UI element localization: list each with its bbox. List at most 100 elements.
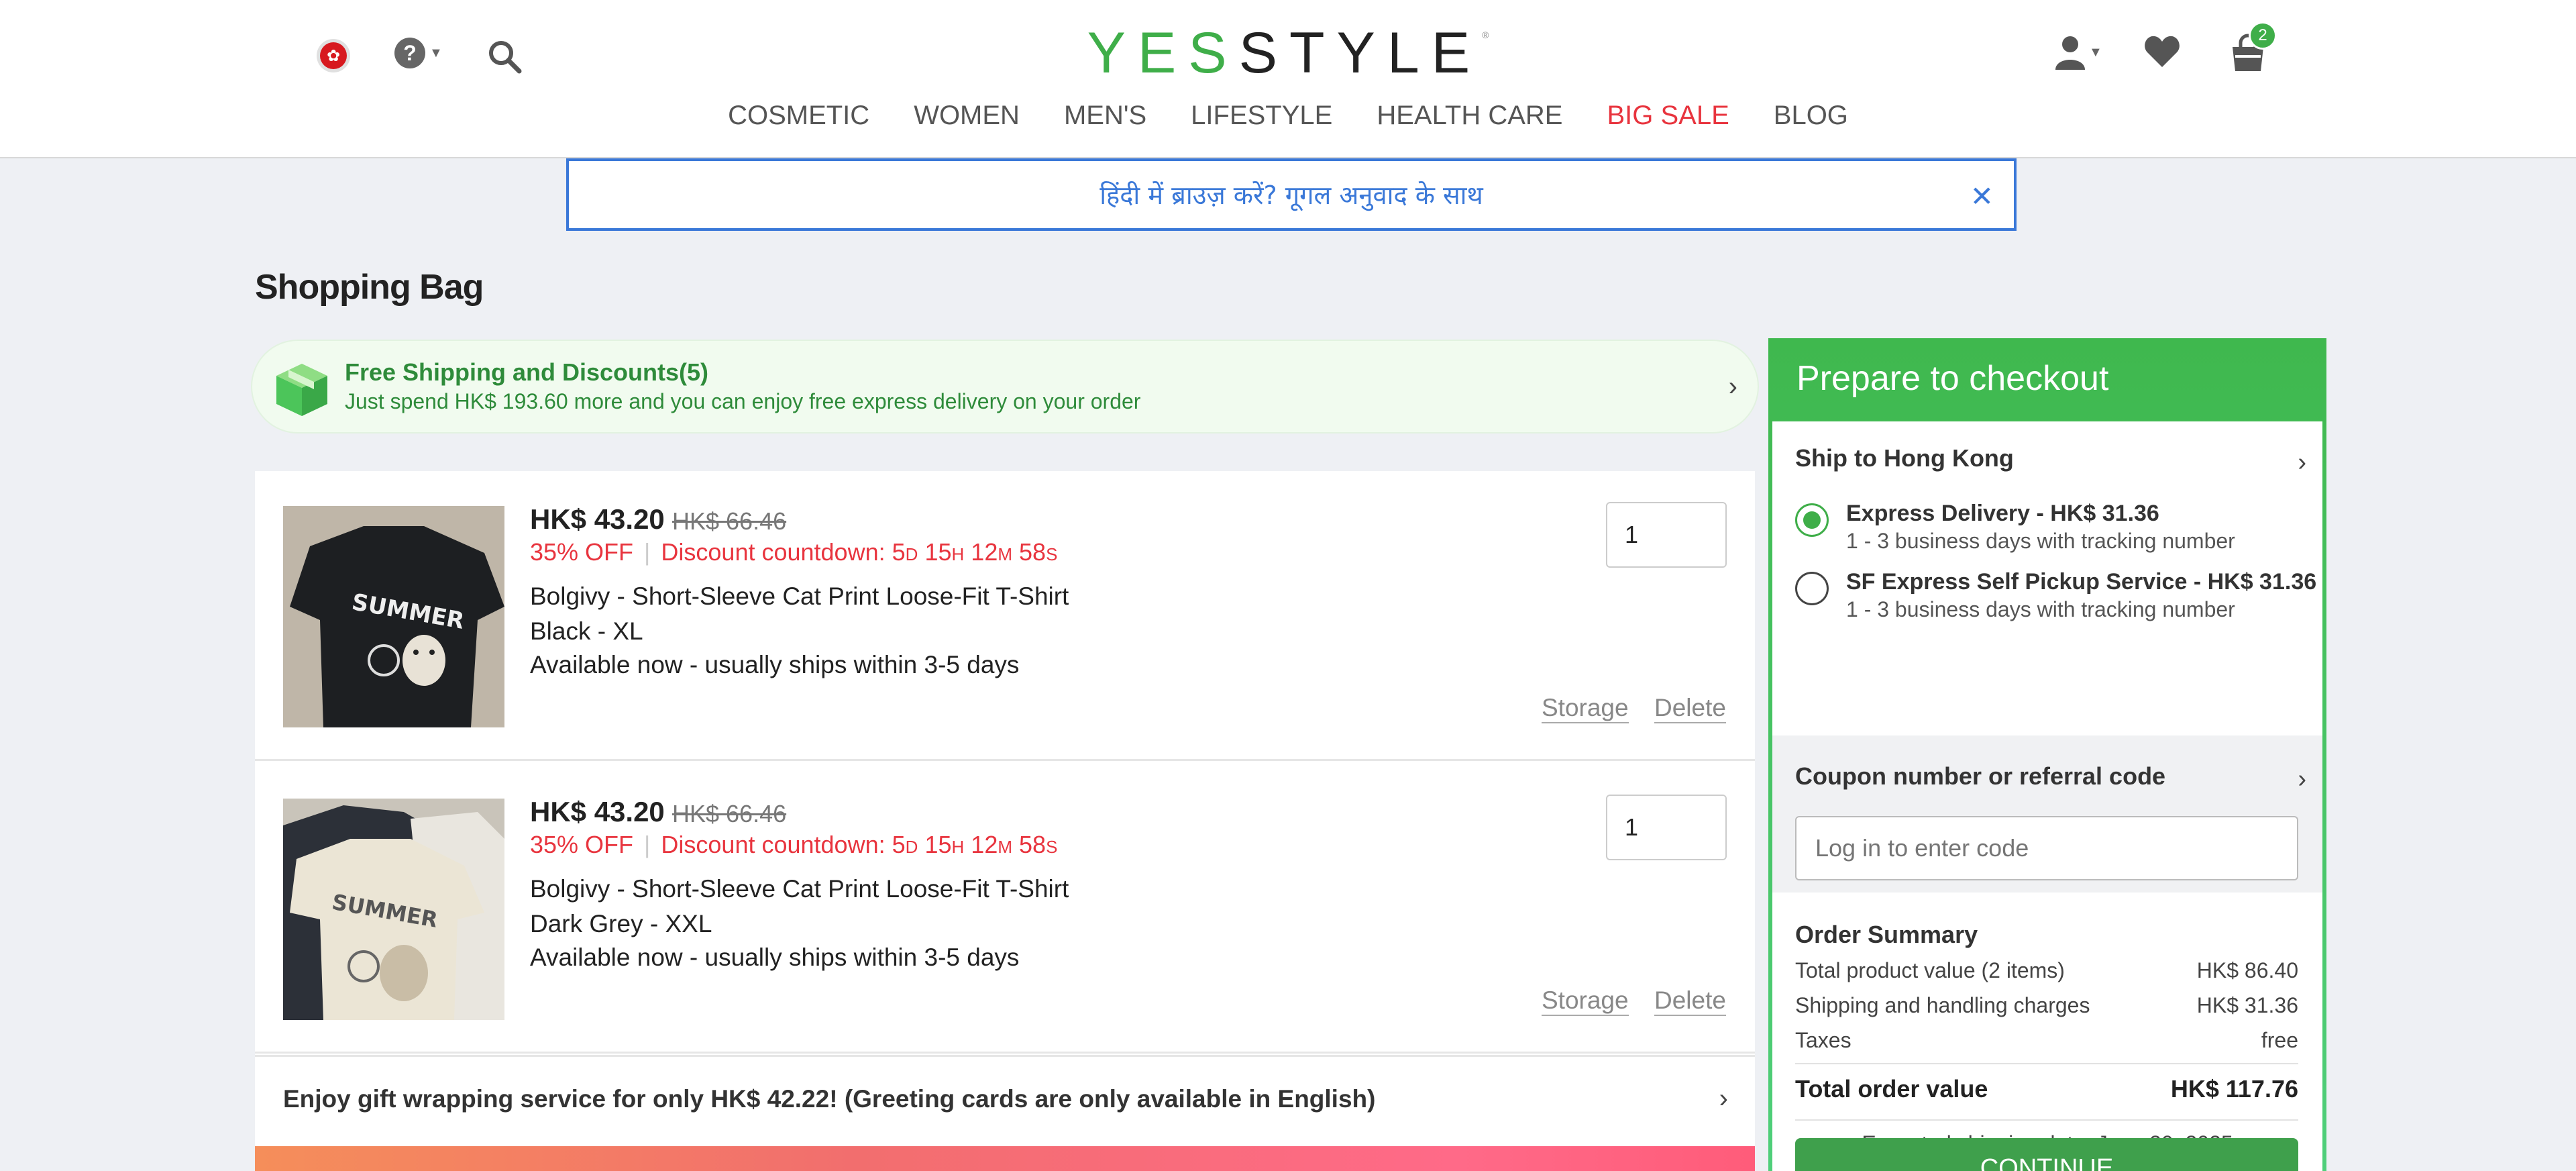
product-variant: Dark Grey - XXL	[530, 910, 712, 937]
product-variant: Black - XL	[530, 617, 643, 645]
countdown-hours: 15	[924, 831, 952, 858]
delete-link[interactable]: Delete	[1654, 694, 1726, 723]
checkout-title: Prepare to checkout	[1796, 359, 2109, 398]
chevron-right-icon[interactable]: ›	[2298, 448, 2306, 477]
free-shipping-title: Free Shipping and Discounts(5)	[345, 358, 709, 386]
cart-count-badge: 2	[2249, 21, 2277, 50]
account-menu[interactable]: ▼	[2055, 35, 2102, 70]
free-shipping-banner[interactable]: Free Shipping and Discounts(5) Just spen…	[251, 340, 1759, 434]
original-price: HK$ 66.46	[672, 800, 787, 827]
summary-label: Taxes	[1795, 1028, 1851, 1052]
countdown-label: Discount countdown:	[661, 538, 885, 566]
yesstyle-logo[interactable]: YESSTYLE®	[0, 20, 2576, 87]
summary-row: Shipping and handling charges HK$ 31.36	[1795, 993, 2298, 1018]
total-value: HK$ 117.76	[2170, 1075, 2298, 1103]
chevron-right-icon[interactable]: ›	[2298, 765, 2306, 794]
shipping-option-subtitle: 1 - 3 business days with tracking number	[1846, 597, 2235, 621]
unit-s: S	[1046, 837, 1058, 857]
product-image[interactable]: SUMMER	[283, 506, 504, 727]
countdown-hours: 15	[924, 538, 952, 566]
continue-button[interactable]: CONTINUE	[1795, 1138, 2298, 1171]
countdown-seconds: 58	[1019, 831, 1046, 858]
delete-link[interactable]: Delete	[1654, 986, 1726, 1016]
translate-text[interactable]: हिंदी में ब्राउज़ करें? गूगल अनुवाद के स…	[1099, 177, 1483, 212]
chevron-right-icon: ›	[1728, 372, 1737, 401]
sale-price: HK$ 43.20	[530, 503, 665, 535]
countdown-minutes: 12	[971, 538, 998, 566]
unit-m: M	[998, 837, 1013, 857]
nav-big-sale[interactable]: BIG SALE	[1607, 101, 1729, 131]
total-row: Total order value HK$ 117.76	[1795, 1075, 2298, 1103]
countdown-days: 5	[892, 538, 906, 566]
product-availability: Available now - usually ships within 3-5…	[530, 944, 1020, 971]
coupon-section: Coupon number or referral code ›	[1772, 735, 2322, 893]
nav-lifestyle[interactable]: LIFESTYLE	[1191, 101, 1332, 131]
logo-dark-text: STYLE	[1238, 21, 1483, 85]
summary-row: Taxes free	[1795, 1028, 2298, 1053]
shipping-option-title: SF Express Self Pickup Service - HK$ 31.…	[1846, 569, 2317, 595]
summary-value: HK$ 31.36	[2196, 993, 2298, 1017]
page-title: Shopping Bag	[255, 268, 484, 307]
product-name[interactable]: Bolgivy - Short-Sleeve Cat Print Loose-F…	[530, 875, 1069, 903]
user-icon	[2055, 36, 2085, 70]
countdown-label: Discount countdown:	[661, 831, 885, 858]
radio-selected[interactable]	[1795, 503, 1829, 537]
countdown: Discount countdown: 5D 15H 12M 58S	[661, 538, 1057, 566]
logo-green-text: YES	[1087, 21, 1239, 85]
sale-price: HK$ 43.20	[530, 796, 665, 827]
discount-percent: 35% OFF	[530, 538, 634, 566]
cart-item: SUMMER HK$ 43.20 HK$ 66.46 35% OFF | Dis…	[255, 764, 1755, 1054]
close-icon[interactable]: ✕	[1970, 180, 1994, 213]
caret-down-icon: ▼	[2089, 44, 2102, 60]
main-nav: COSMETIC WOMEN MEN'S LIFESTYLE HEALTH CA…	[0, 101, 2576, 131]
logo-registered-mark: ®	[1482, 30, 1489, 40]
quantity-input[interactable]: 1	[1606, 795, 1727, 860]
coupon-input[interactable]	[1795, 816, 2298, 880]
original-price: HK$ 66.46	[672, 507, 787, 535]
ship-to-destination[interactable]: Ship to Hong Kong	[1795, 444, 2014, 472]
storage-link[interactable]: Storage	[1542, 986, 1629, 1016]
summary-value: HK$ 86.40	[2196, 958, 2298, 982]
product-name[interactable]: Bolgivy - Short-Sleeve Cat Print Loose-F…	[530, 582, 1069, 611]
coupon-title[interactable]: Coupon number or referral code	[1795, 762, 2165, 791]
storage-link[interactable]: Storage	[1542, 694, 1629, 723]
nav-blog[interactable]: BLOG	[1774, 101, 1848, 131]
divider: |	[644, 831, 651, 858]
cart-item: SUMMER HK$ 43.20 HK$ 66.46 35% OFF | Dis…	[255, 471, 1755, 761]
wishlist-heart-icon[interactable]	[2144, 35, 2180, 68]
cart-list: SUMMER HK$ 43.20 HK$ 66.46 35% OFF | Dis…	[255, 471, 1755, 1171]
discount-line: 35% OFF | Discount countdown: 5D 15H 12M…	[530, 538, 1057, 566]
summary-label: Shipping and handling charges	[1795, 993, 2090, 1017]
nav-health-care[interactable]: HEALTH CARE	[1377, 101, 1562, 131]
promo-banner[interactable]	[255, 1146, 1755, 1171]
unit-d: D	[905, 544, 918, 564]
divider: |	[644, 538, 651, 566]
discount-line: 35% OFF | Discount countdown: 5D 15H 12M…	[530, 831, 1057, 859]
chevron-right-icon: ›	[1719, 1084, 1728, 1113]
countdown-seconds: 58	[1019, 538, 1046, 566]
product-availability: Available now - usually ships within 3-5…	[530, 651, 1020, 678]
nav-cosmetic[interactable]: COSMETIC	[728, 101, 869, 131]
nav-women[interactable]: WOMEN	[914, 101, 1020, 131]
unit-h: H	[951, 837, 965, 857]
product-image[interactable]: SUMMER	[283, 799, 504, 1020]
quantity-input[interactable]: 1	[1606, 502, 1727, 568]
package-icon	[276, 364, 327, 416]
free-shipping-subtitle: Just spend HK$ 193.60 more and you can e…	[345, 389, 1141, 413]
translate-bar[interactable]: हिंदी में ब्राउज़ करें? गूगल अनुवाद के स…	[566, 158, 2017, 231]
nav-mens[interactable]: MEN'S	[1064, 101, 1146, 131]
discount-percent: 35% OFF	[530, 831, 634, 858]
order-summary-title: Order Summary	[1795, 921, 1978, 948]
gift-wrap-row[interactable]: Enjoy gift wrapping service for only HK$…	[255, 1055, 1755, 1142]
summary-value: free	[2261, 1028, 2298, 1052]
shipping-option-title: Express Delivery - HK$ 31.36	[1846, 501, 2159, 526]
countdown: Discount countdown: 5D 15H 12M 58S	[661, 831, 1057, 859]
countdown-days: 5	[892, 831, 906, 858]
divider	[1795, 1119, 2298, 1121]
radio-unselected[interactable]	[1795, 572, 1829, 605]
site-header: ✿ ? ▼ YESSTYLE® COSMETIC WOMEN MEN'S LIF…	[0, 0, 2576, 158]
gift-wrap-text: Enjoy gift wrapping service for only HK$…	[283, 1085, 1376, 1113]
unit-h: H	[951, 544, 965, 564]
countdown-minutes: 12	[971, 831, 998, 858]
summary-row: Total product value (2 items) HK$ 86.40	[1795, 958, 2298, 983]
